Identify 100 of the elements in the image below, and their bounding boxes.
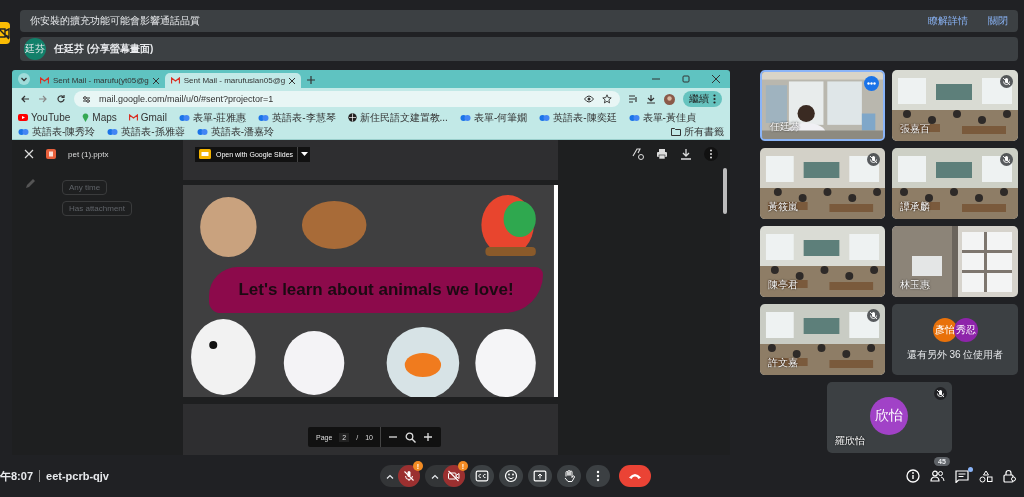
bookmark-label: 英語表-孫雅蓉: [121, 125, 185, 138]
bookmark-label: 英語表-陳奕廷: [553, 111, 617, 124]
zoom-icon[interactable]: [405, 431, 416, 443]
participant-name: 任廷芬: [770, 120, 800, 134]
back-icon[interactable]: [20, 94, 30, 104]
bookmark-label: Maps: [92, 111, 117, 124]
present-button[interactable]: [528, 465, 552, 487]
captions-button[interactable]: [470, 465, 494, 487]
new-tab-icon[interactable]: [307, 76, 316, 84]
reload-icon[interactable]: [56, 94, 66, 104]
caret-icon[interactable]: [386, 473, 394, 479]
presenter-label: 任廷芬 (分享螢幕畫面): [54, 42, 154, 56]
info-icon[interactable]: [906, 469, 920, 483]
bookmark-label: 表單-莊雅惠: [192, 111, 247, 124]
media-icon[interactable]: [628, 94, 638, 104]
download-icon[interactable]: [646, 94, 656, 104]
browser-tab[interactable]: Sent Mail - marufuslan05@g: [164, 73, 302, 88]
participant-name: 張嘉百: [900, 122, 930, 136]
profile-avatar-icon[interactable]: [664, 93, 675, 105]
bubbles-icon: [107, 127, 119, 136]
bookmark[interactable]: 英語表-李慧琴: [258, 111, 336, 124]
slides-file-icon: [46, 149, 56, 159]
mail-icon: [128, 114, 138, 121]
caret-icon[interactable]: [431, 473, 439, 479]
others-count: 還有另外 36 位使用者: [906, 347, 1004, 362]
bubbles-icon: [18, 127, 29, 136]
meeting-time: 午8:07: [0, 468, 34, 484]
chat-icon[interactable]: [955, 469, 969, 483]
map-pin-icon: [82, 113, 90, 122]
scrollbar[interactable]: [723, 168, 727, 214]
forward-icon[interactable]: [38, 94, 48, 104]
participant-name: 羅欣怡: [834, 434, 865, 448]
avatar: 秀忍: [953, 317, 978, 342]
file-name: pet (1).pptx: [68, 149, 110, 159]
profile-button[interactable]: 繼續: [689, 92, 709, 106]
notice-text: 你安裝的擴充功能可能會影響通話品質: [30, 14, 201, 28]
emoji-button[interactable]: [499, 465, 523, 487]
folder-icon: [671, 127, 681, 136]
caret-icon: [300, 152, 308, 156]
bubbles-icon: [196, 127, 208, 136]
participant-name: 黃筱嵐: [768, 200, 798, 214]
tab-search-icon[interactable]: [18, 73, 30, 85]
globe-icon: [347, 113, 357, 122]
address-bar[interactable]: mail.google.com/mail/u/0/#sent?projector=1: [74, 91, 620, 107]
browser-tab[interactable]: Sent Mail - marufu(yt05@g: [34, 73, 165, 88]
alert-icon[interactable]: [0, 22, 10, 44]
close-icon[interactable]: [289, 77, 296, 84]
bookmark[interactable]: 表單-莊雅惠: [178, 111, 247, 124]
bookmark[interactable]: 英語表-潘嘉玲: [196, 125, 275, 138]
menu-icon[interactable]: [713, 94, 716, 104]
more-options-button[interactable]: [586, 465, 610, 487]
video-play-icon: [18, 114, 28, 121]
tab-title: Sent Mail - marufu(yt05@g: [53, 76, 149, 85]
bookmark[interactable]: 英語表-陳秀玲: [18, 125, 96, 138]
host-controls-icon[interactable]: [1003, 469, 1016, 483]
star-icon[interactable]: [602, 94, 612, 104]
site-settings-icon[interactable]: [82, 94, 91, 104]
notice-link[interactable]: 關閉: [988, 14, 1008, 28]
avatar: 彥怡: [932, 317, 957, 342]
slide-title: Let's learn about animals we love!: [209, 267, 543, 313]
slides-icon: [199, 149, 211, 159]
camera-off-icon[interactable]: [443, 465, 465, 487]
bubbles-icon: [178, 113, 190, 122]
bubbles-icon: [258, 113, 270, 122]
bookmark-label: 英語表-李慧琴: [272, 111, 336, 124]
bookmark[interactable]: 表單-何筆嫺: [459, 111, 528, 124]
bookmark-label: 所有書籤: [684, 125, 724, 138]
activities-icon[interactable]: [979, 469, 993, 483]
bookmark[interactable]: Maps: [82, 111, 117, 124]
zoom-in-icon[interactable]: [423, 432, 433, 442]
bookmark-label: 英語表-潘嘉玲: [210, 125, 275, 138]
close-icon[interactable]: [712, 75, 720, 83]
bookmark-label: Gmail: [140, 111, 167, 124]
more-options-icon[interactable]: [864, 76, 879, 91]
bookmark[interactable]: Gmail: [128, 111, 167, 124]
notice-link[interactable]: 瞭解詳情: [928, 14, 968, 28]
bookmark[interactable]: 英語表-孫雅蓉: [107, 125, 185, 138]
mic-off-icon[interactable]: [398, 465, 420, 487]
print-icon[interactable]: [656, 148, 668, 160]
raise-hand-button[interactable]: [557, 465, 581, 487]
meeting-code: eet-pcrb-qjv: [46, 470, 109, 482]
eye-icon[interactable]: [584, 95, 594, 103]
bookmark-label: 表單-黃佳貞: [642, 111, 696, 124]
mail-icon: [170, 77, 180, 84]
close-icon[interactable]: [152, 77, 159, 84]
all-bookmarks[interactable]: 所有書籤: [671, 125, 724, 138]
bookmark[interactable]: YouTube: [18, 111, 71, 124]
maximize-icon[interactable]: [682, 75, 690, 83]
mail-icon: [40, 77, 49, 84]
bubbles-icon: [628, 113, 640, 122]
more-icon[interactable]: [704, 147, 718, 161]
bookmark-label: YouTube: [31, 111, 71, 124]
end-call-button[interactable]: [619, 465, 651, 487]
people-icon[interactable]: [930, 470, 945, 482]
bookmark[interactable]: 表單-黃佳貞: [628, 111, 696, 124]
bubbles-icon: [539, 113, 551, 122]
bubbles-icon: [459, 113, 471, 122]
bookmark-label: 英語表-陳秀玲: [32, 125, 96, 138]
participant-name: 陳亭君: [768, 278, 798, 292]
bookmark[interactable]: 英語表-陳奕廷: [539, 111, 617, 124]
